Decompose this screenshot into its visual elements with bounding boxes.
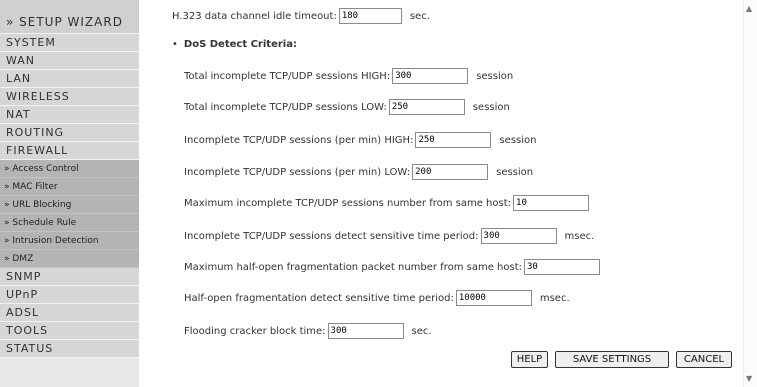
incomplete-detect-period-input[interactable] xyxy=(480,228,557,244)
sidebar-menu: » SETUP WIZARD SYSTEM WAN LAN WIRELESS N… xyxy=(0,0,139,387)
field-unit: session xyxy=(472,101,510,113)
per-min-low-input[interactable] xyxy=(412,164,489,180)
field-row: Half-open fragmentation detect sensitive… xyxy=(184,289,570,307)
field-row: Incomplete TCP/UDP sessions (per min) LO… xyxy=(184,163,533,181)
field-unit: session xyxy=(476,70,514,82)
field-unit: session xyxy=(499,134,537,146)
cancel-button[interactable]: CANCEL xyxy=(676,351,732,368)
sidebar-item-status[interactable]: STATUS xyxy=(0,340,139,358)
sidebar-item-setup-wizard[interactable]: » SETUP WIZARD xyxy=(0,0,139,34)
scroll-up-icon[interactable]: ▲ xyxy=(746,4,752,13)
sidebar-item-firewall[interactable]: FIREWALL xyxy=(0,142,139,160)
sidebar-item-wireless[interactable]: WIRELESS xyxy=(0,88,139,106)
sidebar-subitem-intrusion-detection[interactable]: » Intrusion Detection xyxy=(0,232,139,250)
sidebar-item-adsl[interactable]: ADSL xyxy=(0,304,139,322)
field-label: Maximum half-open fragmentation packet n… xyxy=(184,261,523,273)
per-min-high-input[interactable] xyxy=(415,132,492,148)
h323-unit: sec. xyxy=(409,10,430,22)
sidebar-subitem-schedule-rule[interactable]: » Schedule Rule xyxy=(0,214,139,232)
sidebar-subitem-dmz[interactable]: » DMZ xyxy=(0,250,139,268)
field-label: Total incomplete TCP/UDP sessions HIGH: xyxy=(184,70,391,82)
field-row: Maximum half-open fragmentation packet n… xyxy=(184,258,601,276)
sidebar-item-lan[interactable]: LAN xyxy=(0,70,139,88)
max-incomplete-same-host-input[interactable] xyxy=(513,195,590,211)
field-unit: msec. xyxy=(539,292,570,304)
field-row: Incomplete TCP/UDP sessions (per min) HI… xyxy=(184,131,536,149)
sidebar-subitem-url-blocking[interactable]: » URL Blocking xyxy=(0,196,139,214)
field-row: Maximum incomplete TCP/UDP sessions numb… xyxy=(184,194,590,212)
h323-row: H.323 data channel idle timeout: sec. xyxy=(172,7,430,25)
field-row: Total incomplete TCP/UDP sessions LOW: s… xyxy=(184,98,510,116)
field-unit: msec. xyxy=(564,230,595,242)
field-label: Maximum incomplete TCP/UDP sessions numb… xyxy=(184,197,512,209)
save-settings-button[interactable]: SAVE SETTINGS xyxy=(555,351,669,368)
field-label: Half-open fragmentation detect sensitive… xyxy=(184,292,454,304)
sidebar-item-upnp[interactable]: UPnP xyxy=(0,286,139,304)
sidebar-item-wan[interactable]: WAN xyxy=(0,52,139,70)
h323-label: H.323 data channel idle timeout: xyxy=(172,10,337,22)
sidebar-item-routing[interactable]: ROUTING xyxy=(0,124,139,142)
scroll-down-icon[interactable]: ▼ xyxy=(746,374,752,383)
field-row: Total incomplete TCP/UDP sessions HIGH: … xyxy=(184,67,513,85)
help-button[interactable]: HELP xyxy=(511,351,548,368)
field-label: Incomplete TCP/UDP sessions detect sensi… xyxy=(184,230,479,242)
field-unit: session xyxy=(496,166,534,178)
dos-section-label: DoS Detect Criteria: xyxy=(183,39,297,50)
sidebar-item-snmp[interactable]: SNMP xyxy=(0,268,139,286)
h323-timeout-input[interactable] xyxy=(338,8,402,24)
vertical-scrollbar[interactable]: ▲ ▼ xyxy=(743,0,757,387)
settings-panel: H.323 data channel idle timeout: sec. • D… xyxy=(139,0,743,387)
field-label: Total incomplete TCP/UDP sessions LOW: xyxy=(184,101,387,113)
total-incomplete-high-input[interactable] xyxy=(392,68,469,84)
field-row: Incomplete TCP/UDP sessions detect sensi… xyxy=(184,227,594,245)
sidebar-subitem-access-control[interactable]: » Access Control xyxy=(0,160,139,178)
flooding-block-time-input[interactable] xyxy=(327,323,404,339)
field-row: Flooding cracker block time: sec. xyxy=(184,322,432,340)
bullet-icon: • xyxy=(172,39,178,50)
field-unit: sec. xyxy=(411,325,432,337)
sidebar-item-system[interactable]: SYSTEM xyxy=(0,34,139,52)
sidebar-subitem-mac-filter[interactable]: » MAC Filter xyxy=(0,178,139,196)
total-incomplete-low-input[interactable] xyxy=(388,99,465,115)
half-open-detect-period-input[interactable] xyxy=(455,290,532,306)
field-label: Flooding cracker block time: xyxy=(184,325,326,337)
field-label: Incomplete TCP/UDP sessions (per min) LO… xyxy=(184,166,411,178)
dos-section-title: • DoS Detect Criteria: xyxy=(172,39,297,50)
sidebar-item-tools[interactable]: TOOLS xyxy=(0,322,139,340)
max-half-open-same-host-input[interactable] xyxy=(524,259,601,275)
field-label: Incomplete TCP/UDP sessions (per min) HI… xyxy=(184,134,414,146)
sidebar-item-nat[interactable]: NAT xyxy=(0,106,139,124)
